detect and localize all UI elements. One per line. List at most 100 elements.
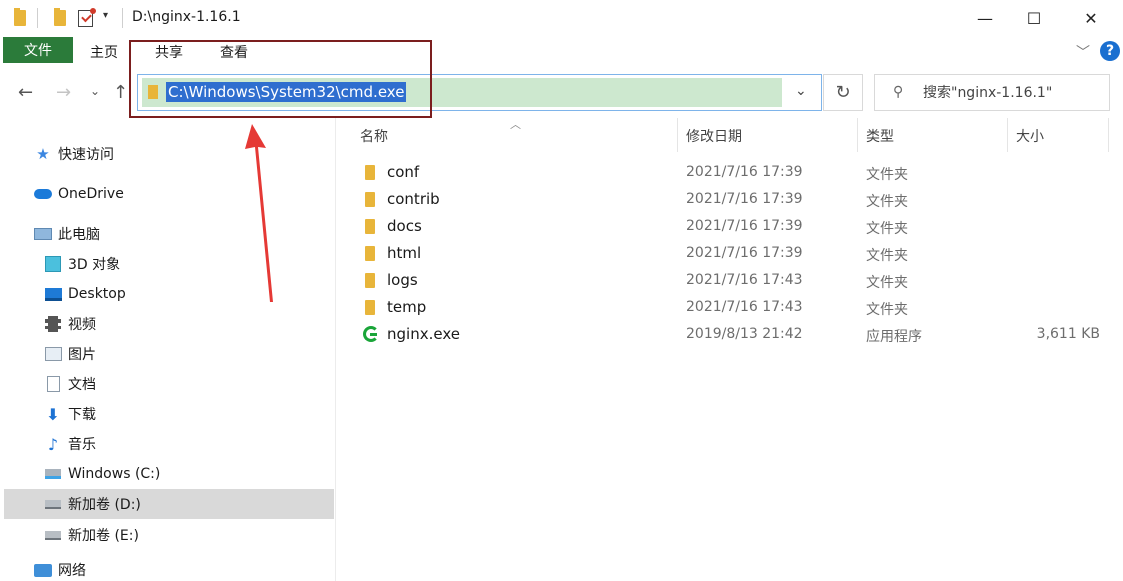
- refresh-button[interactable]: ↻: [823, 74, 863, 111]
- sidebar-item-label: 此电脑: [58, 227, 100, 243]
- file-row-conf[interactable]: conf 2021/7/16 17:39 文件夹: [356, 160, 1106, 187]
- sidebar-item-quick-access[interactable]: ★ 快速访问: [34, 139, 334, 169]
- folder-icon: [365, 246, 375, 261]
- sidebar-item-label: 图片: [68, 347, 96, 363]
- sidebar-item-label: OneDrive: [58, 186, 124, 202]
- file-size: 3,611 KB: [1036, 326, 1100, 342]
- cube-icon: [45, 256, 61, 272]
- file-row-contrib[interactable]: contrib 2021/7/16 17:39 文件夹: [356, 187, 1106, 214]
- properties-icon[interactable]: [78, 8, 96, 27]
- sidebar-item-desktop[interactable]: Desktop: [44, 279, 334, 309]
- file-date: 2021/7/16 17:39: [686, 164, 803, 180]
- chevron-down-icon[interactable]: ⌄: [795, 83, 807, 99]
- folder-icon: [365, 300, 375, 315]
- folder-icon: [14, 8, 26, 26]
- help-icon[interactable]: ?: [1100, 41, 1120, 61]
- file-date: 2021/7/16 17:43: [686, 299, 803, 315]
- sidebar-item-network[interactable]: 网络: [34, 559, 334, 581]
- sidebar-item-label: 文档: [68, 377, 96, 393]
- sidebar-item-this-pc[interactable]: 此电脑: [34, 219, 334, 249]
- file-name: nginx.exe: [387, 325, 460, 343]
- column-header-type[interactable]: 类型: [866, 126, 894, 146]
- column-header-date[interactable]: 修改日期: [686, 126, 742, 146]
- sidebar-item-label: 网络: [58, 563, 86, 579]
- file-date: 2021/7/16 17:43: [686, 272, 803, 288]
- column-divider[interactable]: [1108, 118, 1109, 152]
- column-divider[interactable]: [857, 118, 858, 152]
- star-icon: ★: [36, 145, 50, 163]
- title-bar: ▾ D:\nginx-1.16.1 — ☐ ✕: [0, 0, 1123, 36]
- file-row-html[interactable]: html 2021/7/16 17:39 文件夹: [356, 241, 1106, 268]
- file-type: 文件夹: [866, 194, 908, 210]
- window-title: D:\nginx-1.16.1: [132, 9, 241, 25]
- sidebar-item-onedrive[interactable]: OneDrive: [34, 179, 334, 209]
- sidebar-item-music[interactable]: ♪ 音乐: [44, 429, 334, 459]
- tab-home[interactable]: 主页: [90, 42, 118, 62]
- expand-ribbon-icon[interactable]: ﹀: [1076, 42, 1090, 62]
- picture-icon: [44, 347, 62, 361]
- file-date: 2021/7/16 17:39: [686, 218, 803, 234]
- sidebar-item-drive-e[interactable]: 新加卷 (E:): [44, 520, 334, 550]
- download-icon: ⬇: [46, 404, 60, 424]
- new-folder-icon[interactable]: [54, 8, 66, 26]
- desktop-icon: [44, 287, 62, 301]
- file-name: docs: [387, 217, 422, 235]
- highlight-box: [129, 40, 432, 118]
- back-arrow-icon[interactable]: ←: [18, 82, 33, 103]
- nginx-exe-icon: [363, 326, 379, 342]
- drive-icon: [45, 530, 61, 540]
- file-type: 文件夹: [866, 221, 908, 237]
- sidebar-item-label: 音乐: [68, 437, 96, 453]
- file-type: 文件夹: [866, 302, 908, 318]
- sidebar-item-label: 下载: [68, 407, 96, 423]
- file-row-temp[interactable]: temp 2021/7/16 17:43 文件夹: [356, 295, 1106, 322]
- refresh-icon: ↻: [835, 82, 851, 103]
- recent-locations-icon[interactable]: ⌄: [90, 84, 100, 98]
- sidebar-item-drive-d[interactable]: 新加卷 (D:): [4, 489, 334, 519]
- search-icon: ⚲: [893, 84, 904, 100]
- folder-icon: [365, 165, 375, 180]
- music-icon: ♪: [47, 434, 59, 454]
- file-row-logs[interactable]: logs 2021/7/16 17:43 文件夹: [356, 268, 1106, 295]
- file-name: conf: [387, 163, 420, 181]
- search-input[interactable]: [923, 81, 1103, 105]
- sidebar-item-drive-c[interactable]: Windows (C:): [44, 459, 334, 489]
- forward-arrow-icon[interactable]: →: [56, 82, 71, 103]
- file-name: logs: [387, 271, 418, 289]
- folder-icon: [365, 273, 375, 288]
- column-header-name[interactable]: 名称: [360, 126, 388, 146]
- sidebar-item-label: 新加卷 (E:): [68, 528, 139, 544]
- file-type: 应用程序: [866, 329, 922, 345]
- column-divider[interactable]: [1007, 118, 1008, 152]
- maximize-button[interactable]: ☐: [1011, 0, 1057, 36]
- computer-icon: [34, 228, 52, 240]
- tab-file[interactable]: 文件: [3, 37, 73, 63]
- minimize-button[interactable]: —: [962, 0, 1008, 36]
- search-box[interactable]: ⚲: [874, 74, 1110, 111]
- sidebar-item-downloads[interactable]: ⬇ 下载: [44, 399, 334, 429]
- file-name: html: [387, 244, 422, 262]
- close-button[interactable]: ✕: [1068, 0, 1114, 36]
- file-row-nginx-exe[interactable]: nginx.exe 2019/8/13 21:42 应用程序 3,611 KB: [356, 322, 1106, 349]
- file-row-docs[interactable]: docs 2021/7/16 17:39 文件夹: [356, 214, 1106, 241]
- file-type: 文件夹: [866, 248, 908, 264]
- quick-access-dropdown-icon[interactable]: ▾: [103, 10, 108, 21]
- column-header-size[interactable]: 大小: [1016, 126, 1044, 146]
- file-name: contrib: [387, 190, 440, 208]
- file-date: 2021/7/16 17:39: [686, 191, 803, 207]
- file-name: temp: [387, 298, 427, 316]
- sidebar-item-documents[interactable]: 文档: [44, 369, 334, 399]
- separator: [122, 8, 123, 28]
- file-date: 2021/7/16 17:39: [686, 245, 803, 261]
- file-type: 文件夹: [866, 167, 908, 183]
- sidebar-item-3d-objects[interactable]: 3D 对象: [44, 249, 334, 279]
- drive-icon: [45, 499, 61, 509]
- sidebar-item-pictures[interactable]: 图片: [44, 339, 334, 369]
- up-arrow-icon[interactable]: ↑: [113, 82, 128, 103]
- sidebar-item-videos[interactable]: 视频: [44, 309, 334, 339]
- network-icon: [34, 563, 52, 577]
- file-type: 文件夹: [866, 275, 908, 291]
- column-divider[interactable]: [677, 118, 678, 152]
- sidebar-item-label: 新加卷 (D:): [68, 497, 141, 513]
- folder-icon: [365, 219, 375, 234]
